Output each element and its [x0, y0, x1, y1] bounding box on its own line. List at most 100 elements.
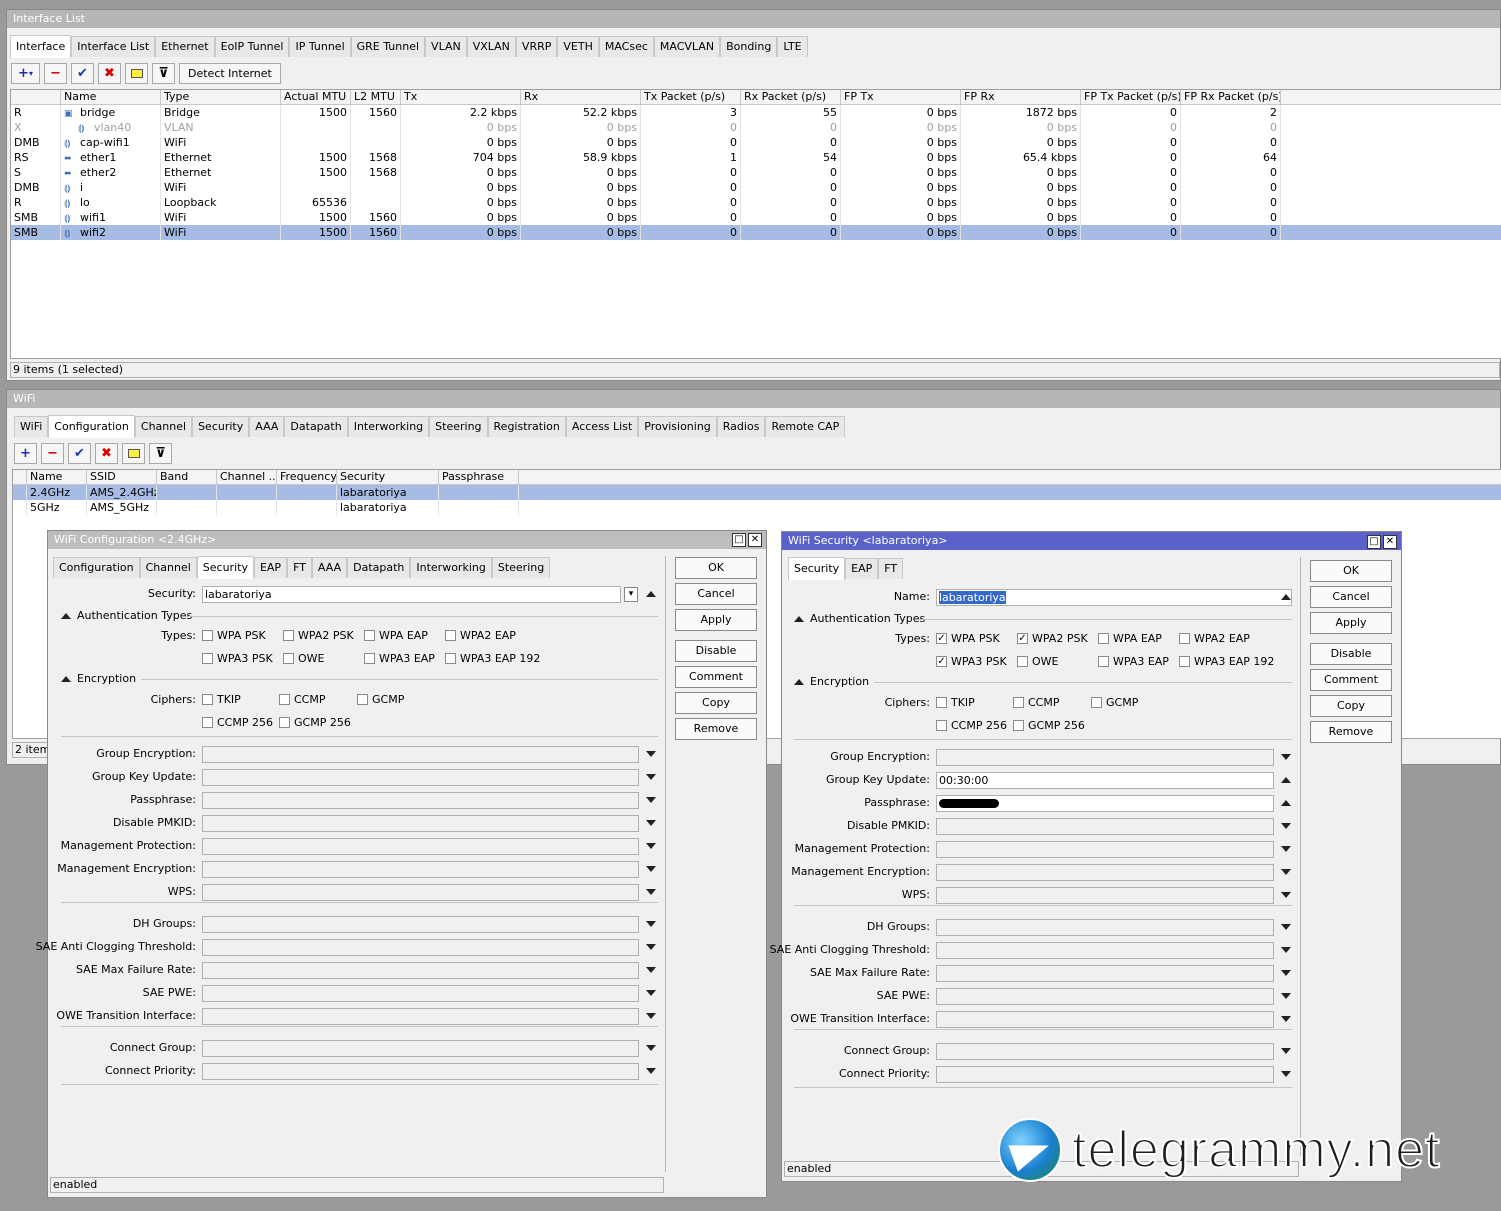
table-row[interactable]: SMB ⟬⟭ wifi1 WiFi 1500 1560 0 bps 0 bps 0 0 0 bps 0…	[11, 210, 1501, 225]
wps-field[interactable]	[202, 884, 639, 901]
checkbox-box[interactable]: ✓	[1017, 633, 1028, 644]
collapse-arrow-icon[interactable]	[1281, 800, 1291, 806]
checkbox-box[interactable]	[364, 630, 375, 641]
dropdown-arrow-icon[interactable]	[646, 843, 656, 849]
remove-icon[interactable]: −	[44, 63, 67, 84]
column-header[interactable]: Frequency	[277, 470, 337, 484]
tab-security[interactable]: Security	[192, 416, 250, 437]
management-encryption-field[interactable]	[202, 861, 639, 878]
checkbox-box[interactable]	[283, 653, 294, 664]
enable-check-icon[interactable]: ✔	[68, 443, 91, 464]
column-header[interactable]: Tx	[401, 90, 521, 104]
checkbox-wpa2-psk[interactable]: WPA2 PSK	[283, 629, 354, 642]
column-header[interactable]	[11, 90, 61, 104]
checkbox-tkip[interactable]: TKIP	[936, 696, 975, 709]
tab-lte[interactable]: LTE	[777, 36, 808, 57]
checkbox-wpa2-eap[interactable]: WPA2 EAP	[1179, 632, 1250, 645]
section-collapse-icon[interactable]	[794, 678, 804, 685]
remove-button[interactable]: Remove	[1310, 721, 1392, 743]
column-header[interactable]: Type	[161, 90, 281, 104]
management-protection-field[interactable]	[936, 841, 1274, 858]
tab-veth[interactable]: VETH	[557, 36, 599, 57]
comment-icon[interactable]	[125, 63, 148, 84]
disable-pmkid-field[interactable]	[202, 815, 639, 832]
group-encryption-field[interactable]	[936, 749, 1274, 766]
tab-security[interactable]: Security	[788, 557, 846, 580]
column-header[interactable]: Name	[61, 90, 161, 104]
dropdown-arrow-icon[interactable]	[1281, 846, 1291, 852]
column-header[interactable]: Name	[27, 470, 87, 484]
column-header[interactable]: Band	[157, 470, 217, 484]
maximize-icon[interactable]: □	[1367, 535, 1381, 549]
dh-groups-field[interactable]	[936, 919, 1274, 936]
authentication-types-section[interactable]: Authentication Types	[794, 612, 925, 625]
table-row[interactable]: R ⟬⟭ lo Loopback 65536 0 bps 0 bps 0 0 0 bps 0 bps…	[11, 195, 1501, 210]
checkbox-box[interactable]	[202, 694, 213, 705]
section-collapse-icon[interactable]	[61, 675, 71, 682]
dropdown-arrow-icon[interactable]	[646, 820, 656, 826]
table-row[interactable]: RS ⬌ ether1 Ethernet 1500 1568 704 bps 58.9 kbp…	[11, 150, 1501, 165]
connect-priority-field[interactable]	[936, 1066, 1274, 1083]
dropdown-arrow-icon[interactable]	[1281, 993, 1291, 999]
column-header[interactable]: FP Rx	[961, 90, 1081, 104]
security-field[interactable]: labaratoriya	[202, 586, 621, 603]
checkbox-box[interactable]	[936, 697, 947, 708]
cancel-button[interactable]: Cancel	[675, 583, 757, 605]
tab-configuration[interactable]: Configuration	[48, 415, 135, 438]
tab-datapath[interactable]: Datapath	[347, 557, 411, 578]
dropdown-arrow-icon[interactable]	[646, 944, 656, 950]
checkbox-box[interactable]	[1179, 656, 1190, 667]
disable-x-icon[interactable]: ✖	[95, 443, 118, 464]
dropdown-arrow-icon[interactable]	[646, 1045, 656, 1051]
checkbox-tkip[interactable]: TKIP	[202, 693, 241, 706]
checkbox-box[interactable]	[202, 630, 213, 641]
tab-datapath[interactable]: Datapath	[284, 416, 348, 437]
tab-steering[interactable]: Steering	[429, 416, 488, 437]
checkbox-box[interactable]	[279, 717, 290, 728]
tab-provisioning[interactable]: Provisioning	[638, 416, 717, 437]
dropdown-arrow-icon[interactable]	[1281, 1016, 1291, 1022]
owe-transition-interface-field[interactable]	[202, 1008, 639, 1025]
table-row[interactable]: 2.4GHz AMS_2.4GHz labaratoriya	[13, 485, 1501, 500]
sae-pwe-field[interactable]	[202, 985, 639, 1002]
dropdown-icon[interactable]: ▾	[624, 587, 638, 602]
owe-transition-interface-field[interactable]	[936, 1011, 1274, 1028]
tab-ft[interactable]: FT	[287, 557, 312, 578]
checkbox-wpa3-eap-192[interactable]: WPA3 EAP 192	[1179, 655, 1274, 668]
management-protection-field[interactable]	[202, 838, 639, 855]
tab-macsec[interactable]: MACsec	[598, 36, 654, 57]
group-key-update-field[interactable]	[202, 769, 639, 786]
checkbox-owe[interactable]: OWE	[283, 652, 325, 665]
checkbox-gcmp-256[interactable]: GCMP 256	[1013, 719, 1085, 732]
table-row[interactable]: S ⬌ ether2 Ethernet 1500 1568 0 bps 0 bps 0 0 0 bp…	[11, 165, 1501, 180]
checkbox-box[interactable]	[1179, 633, 1190, 644]
checkbox-wpa-psk[interactable]: ✓ WPA PSK	[936, 632, 1000, 645]
dropdown-arrow-icon[interactable]	[1281, 892, 1291, 898]
table-row[interactable]: 5GHz AMS_5GHz labaratoriya	[13, 500, 1501, 515]
dropdown-arrow-icon[interactable]	[646, 967, 656, 973]
connect-group-field[interactable]	[202, 1040, 639, 1057]
checkbox-wpa2-eap[interactable]: WPA2 EAP	[445, 629, 516, 642]
column-header[interactable]: Passphrase	[439, 470, 519, 484]
dropdown-arrow-icon[interactable]	[646, 866, 656, 872]
dropdown-arrow-icon[interactable]	[1281, 970, 1291, 976]
column-header[interactable]: FP Tx	[841, 90, 961, 104]
sae-max-failure-rate-field[interactable]	[936, 965, 1274, 982]
filter-icon[interactable]: ⊽	[152, 63, 175, 84]
encryption-section[interactable]: Encryption	[794, 675, 869, 688]
dh-groups-field[interactable]	[202, 916, 639, 933]
checkbox-wpa3-eap[interactable]: WPA3 EAP	[1098, 655, 1169, 668]
sae-anti-clogging-threshold-field[interactable]	[202, 939, 639, 956]
checkbox-owe[interactable]: OWE	[1017, 655, 1059, 668]
disable-button[interactable]: Disable	[1310, 643, 1392, 665]
dropdown-arrow-icon[interactable]	[646, 1013, 656, 1019]
column-header[interactable]: Security	[337, 470, 439, 484]
dropdown-arrow-icon[interactable]	[1281, 823, 1291, 829]
dropdown-arrow-icon[interactable]	[646, 1068, 656, 1074]
tab-interface-list[interactable]: Interface List	[71, 36, 156, 57]
checkbox-wpa-eap[interactable]: WPA EAP	[1098, 632, 1162, 645]
tab-access-list[interactable]: Access List	[565, 416, 639, 437]
checkbox-ccmp[interactable]: CCMP	[1013, 696, 1060, 709]
checkbox-gcmp[interactable]: GCMP	[1091, 696, 1138, 709]
passphrase-field[interactable]	[936, 795, 1274, 812]
